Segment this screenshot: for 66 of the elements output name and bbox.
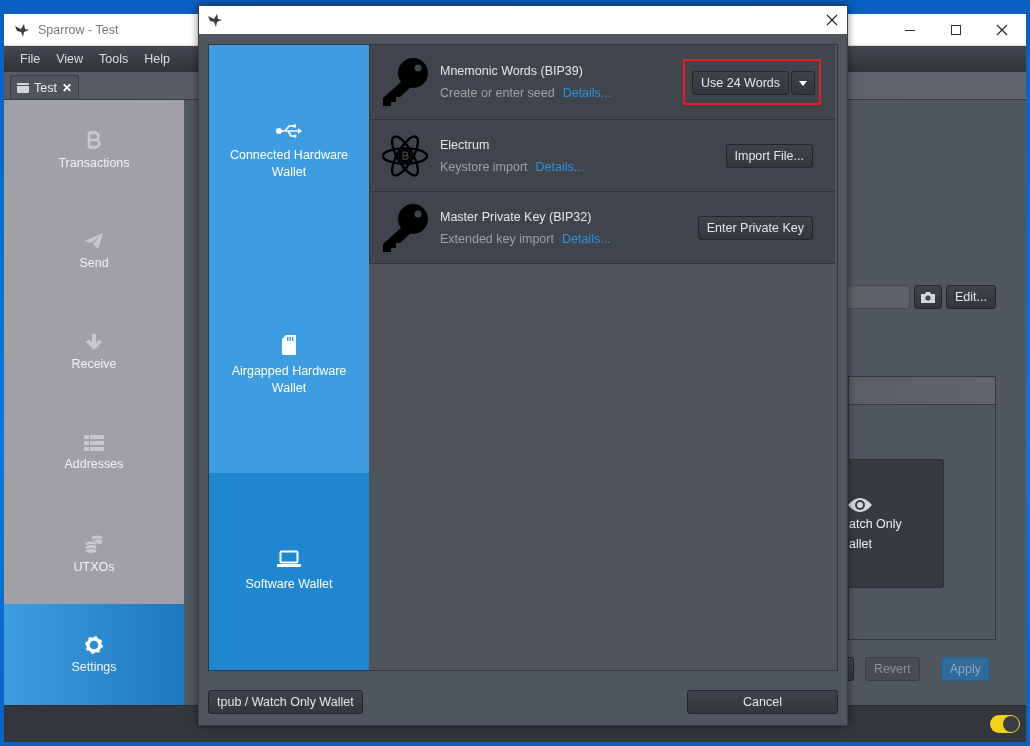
option-description: Extended key import	[440, 231, 554, 246]
dropdown-button[interactable]	[791, 71, 815, 95]
sidebar-item[interactable]: UTXOs	[4, 503, 184, 605]
wallet-type-card[interactable]: atch Only allet	[848, 459, 944, 588]
option-title: Master Private Key (BIP32)	[440, 209, 593, 224]
details-link[interactable]: Details...	[561, 231, 611, 246]
sidebar-item[interactable]: Settings	[4, 604, 184, 705]
sidebar-item[interactable]: Transactions	[4, 100, 184, 201]
key-icon	[381, 57, 429, 107]
cancel-button[interactable]: Cancel	[687, 690, 838, 714]
sidebar-item[interactable]: Send	[4, 200, 184, 302]
details-link[interactable]: Details...	[562, 86, 612, 100]
camera-icon	[921, 291, 936, 303]
sidebar-label: Settings	[71, 659, 117, 674]
option-button[interactable]: Import File...	[725, 143, 813, 168]
menu-item[interactable]: File	[12, 52, 49, 66]
card-label: allet	[849, 536, 872, 553]
option-button[interactable]: Enter Private Key	[697, 215, 813, 240]
sd-card-icon	[282, 335, 296, 355]
atom-icon	[381, 132, 429, 179]
sidebar-item[interactable]: Receive	[4, 301, 184, 403]
wallet-type-label: Connected Hardware Wallet	[228, 147, 350, 181]
caret-icon	[799, 80, 807, 86]
gear-icon	[85, 635, 103, 654]
sidebar-item[interactable]: Addresses	[4, 402, 184, 504]
wallet-type-item[interactable]: Airgapped Hardware Wallet	[209, 259, 369, 473]
menu-item[interactable]: Help	[136, 52, 178, 66]
wallet-type-item[interactable]: Software Wallet	[209, 473, 369, 670]
tab-label: Test	[34, 80, 57, 95]
bitcoin-icon	[86, 130, 102, 151]
sidebar-label: Transactions	[58, 156, 130, 171]
coins-icon	[84, 533, 104, 554]
laptop-icon	[277, 550, 301, 568]
menu-item[interactable]: View	[48, 52, 92, 66]
option-title: Mnemonic Words (BIP39)	[440, 64, 584, 78]
sidebar-label: Send	[79, 256, 109, 271]
window-title: Sparrow - Test	[38, 22, 120, 37]
maximize-icon[interactable]	[950, 23, 962, 36]
wallet-type-item[interactable]: Connected Hardware Wallet	[209, 45, 369, 259]
close-icon[interactable]	[996, 23, 1008, 36]
paper-plane-icon	[84, 232, 104, 251]
option-title: Electrum	[440, 137, 491, 152]
wallet-type-label: Software Wallet	[245, 576, 333, 593]
tab-close-button[interactable]: ✕	[61, 80, 72, 95]
option-description: Create or enter seed	[440, 86, 555, 100]
key-icon	[381, 202, 429, 253]
down-arrow-icon	[85, 333, 103, 352]
sidebar-label: Addresses	[64, 456, 124, 471]
edit-button[interactable]: Edit...	[946, 285, 996, 309]
wallet-icon	[17, 82, 29, 93]
usb-icon	[275, 123, 303, 139]
card-label: atch Only	[849, 516, 902, 533]
option-description: Keystore import	[440, 159, 528, 174]
sidebar-label: Receive	[71, 357, 117, 372]
camera-button[interactable]	[914, 285, 943, 309]
split-button[interactable]: Use 24 Words	[692, 71, 789, 95]
sidebar-label: UTXOs	[73, 559, 115, 574]
details-link[interactable]: Details...	[535, 159, 585, 174]
theme-toggle[interactable]	[990, 715, 1020, 733]
wallet-tab[interactable]: Test ✕	[10, 75, 79, 99]
bird-logo-icon	[207, 12, 223, 28]
watch-only-wallet-button[interactable]: tpub / Watch Only Wallet	[208, 690, 363, 714]
close-icon[interactable]	[826, 14, 838, 26]
menu-item[interactable]: Tools	[91, 52, 137, 66]
wallet-type-label: Airgapped Hardware Wallet	[230, 363, 348, 397]
list-icon	[84, 434, 104, 451]
